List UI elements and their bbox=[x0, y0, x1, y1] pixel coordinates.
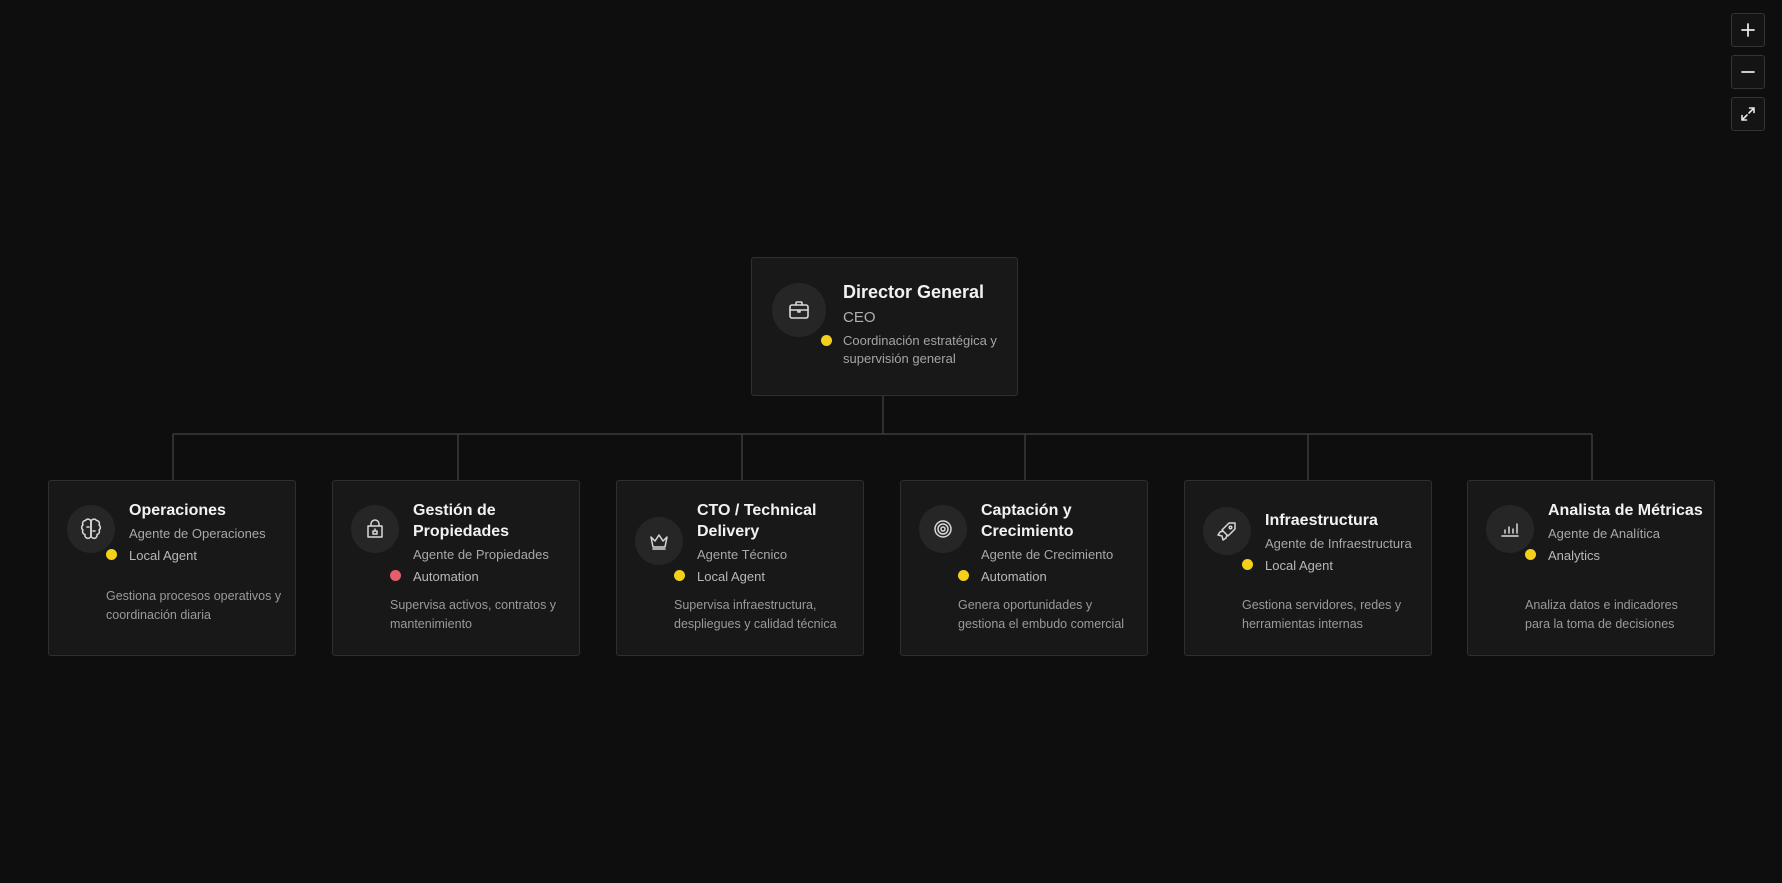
minus-icon bbox=[1741, 71, 1755, 73]
org-node-cto[interactable]: CTO / Technical Delivery Agente Técnico … bbox=[616, 480, 864, 656]
plus-icon bbox=[1741, 23, 1755, 37]
node-description: Supervisa infraestructura, despliegues y… bbox=[674, 598, 837, 631]
node-status: Local Agent bbox=[129, 548, 197, 563]
node-name: Infraestructura bbox=[1265, 512, 1378, 529]
rocket-icon bbox=[1203, 507, 1251, 555]
node-description: Analiza datos e indicadores para la toma… bbox=[1525, 598, 1678, 631]
node-status: Local Agent bbox=[697, 569, 765, 584]
zoom-out-button[interactable] bbox=[1731, 55, 1765, 89]
status-dot bbox=[674, 570, 685, 581]
node-description: Gestiona servidores, redes y herramienta… bbox=[1242, 598, 1402, 631]
target-icon bbox=[919, 505, 967, 553]
bar-chart-icon bbox=[1486, 505, 1534, 553]
status-dot bbox=[958, 570, 969, 581]
node-role: Agente de Operaciones bbox=[129, 526, 266, 541]
node-name: CTO / Technical Delivery bbox=[697, 502, 817, 540]
node-status: Automation bbox=[981, 569, 1047, 584]
node-name: Operaciones bbox=[129, 502, 226, 519]
node-role: CEO bbox=[843, 309, 876, 326]
node-role: Agente de Propiedades bbox=[413, 547, 549, 562]
node-description: Gestiona procesos operativos y coordinac… bbox=[106, 589, 282, 622]
zoom-controls bbox=[1731, 13, 1765, 131]
node-description: Supervisa activos, contratos y mantenimi… bbox=[390, 598, 557, 631]
status-dot bbox=[1242, 559, 1253, 570]
status-dot bbox=[1525, 549, 1536, 560]
fit-view-button[interactable] bbox=[1731, 97, 1765, 131]
org-connectors bbox=[172, 396, 1593, 480]
status-dot bbox=[106, 549, 117, 560]
org-node-infraestructura[interactable]: Infraestructura Agente de Infraestructur… bbox=[1184, 480, 1432, 656]
node-role: Agente Técnico bbox=[697, 547, 788, 562]
org-node-operaciones[interactable]: Operaciones Agente de Operaciones Local … bbox=[48, 480, 296, 656]
node-status: Analytics bbox=[1548, 548, 1601, 563]
node-role: Agente de Analítica bbox=[1548, 526, 1661, 541]
status-dot bbox=[390, 570, 401, 581]
node-name: Gestión de Propiedades bbox=[413, 502, 510, 540]
brain-icon bbox=[67, 505, 115, 553]
zoom-in-button[interactable] bbox=[1731, 13, 1765, 47]
node-description: Coordinación estratégica y supervisión g… bbox=[843, 333, 997, 366]
expand-icon bbox=[1741, 107, 1755, 121]
node-name: Director General bbox=[843, 282, 985, 302]
node-role: Agente de Crecimiento bbox=[981, 547, 1114, 562]
node-status: Local Agent bbox=[1265, 558, 1333, 573]
briefcase-icon bbox=[772, 283, 826, 337]
crown-icon bbox=[635, 517, 683, 565]
org-node-gestion-propiedades[interactable]: Gestión de Propiedades Agente de Propied… bbox=[332, 480, 580, 656]
node-role: Agente de Infraestructura bbox=[1265, 536, 1412, 551]
node-name: Analista de Métricas bbox=[1548, 502, 1703, 519]
org-node-analista-metricas[interactable]: Analista de Métricas Agente de Analítica… bbox=[1467, 480, 1715, 656]
org-node-director-general[interactable]: Director General CEO Coordinación estrat… bbox=[751, 257, 1018, 396]
store-icon bbox=[351, 505, 399, 553]
org-node-captacion[interactable]: Captación y Crecimiento Agente de Crecim… bbox=[900, 480, 1148, 656]
node-status: Automation bbox=[413, 569, 479, 584]
node-description: Genera oportunidades y gestiona el embud… bbox=[958, 598, 1125, 631]
node-name: Captación y Crecimiento bbox=[981, 502, 1074, 540]
status-dot bbox=[821, 335, 832, 346]
